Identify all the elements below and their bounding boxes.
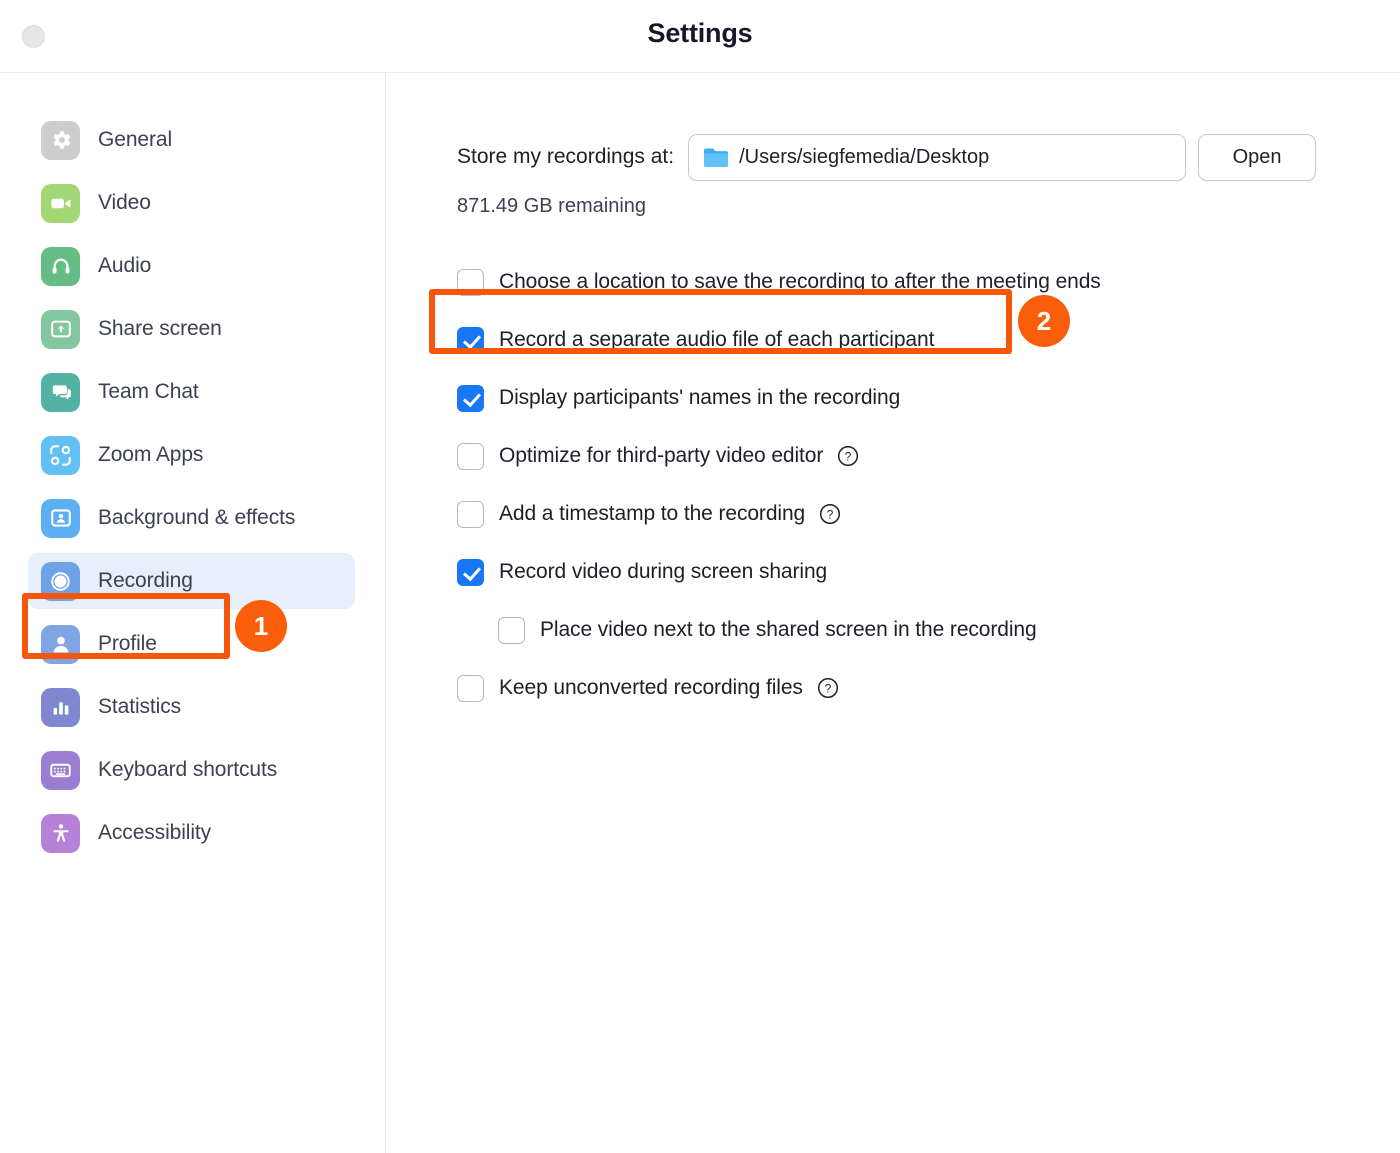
option-row-choose-a-location-to[interactable]: Choose a location to save the recording … — [457, 253, 1400, 311]
sidebar-item-statistics[interactable]: Statistics — [28, 679, 355, 735]
gear-icon — [41, 120, 80, 160]
sidebar-item-audio[interactable]: Audio — [28, 238, 355, 294]
help-question-icon[interactable]: ? — [819, 503, 841, 525]
sidebar-item-label: Team Chat — [98, 380, 199, 403]
sidebar-item-label: Recording — [98, 569, 193, 592]
sidebar-item-label: Background & effects — [98, 506, 296, 529]
checkbox-choose-a-location-to[interactable] — [457, 268, 484, 296]
option-label: Choose a location to save the recording … — [499, 270, 1101, 293]
sidebar-item-team-chat[interactable]: Team Chat — [28, 364, 355, 420]
option-label: Record video during screen sharing — [499, 560, 828, 583]
option-row-record-a-separate-audio[interactable]: Record a separate audio file of each par… — [457, 311, 1400, 369]
option-row-keep-unconverted-recording-files[interactable]: Keep unconverted recording files? — [457, 659, 1400, 717]
page-title: Settings — [647, 18, 753, 48]
headphones-icon — [41, 246, 80, 286]
open-folder-button[interactable]: Open — [1198, 133, 1317, 181]
checkbox-add-a-timestamp-to[interactable] — [457, 500, 484, 528]
help-question-icon[interactable]: ? — [817, 677, 839, 699]
sidebar-item-background-effects[interactable]: Background & effects — [28, 490, 355, 546]
option-label: Display participants' names in the recor… — [499, 386, 901, 409]
record-circle-icon — [41, 561, 80, 601]
sidebar-item-label: Share screen — [98, 317, 222, 340]
folder-icon — [703, 146, 729, 168]
accessibility-icon — [41, 813, 80, 853]
checkbox-record-a-separate-audio[interactable] — [457, 326, 484, 354]
checkbox-record-video-during-screen[interactable] — [457, 558, 484, 586]
storage-location-row: Store my recordings at: /Users/siegfemed… — [457, 133, 1400, 181]
help-question-icon[interactable]: ? — [837, 445, 859, 467]
sidebar-item-label: Zoom Apps — [98, 443, 204, 466]
option-row-record-video-during-screen[interactable]: Record video during screen sharing — [457, 543, 1400, 601]
sidebar-item-zoom-apps[interactable]: Zoom Apps — [28, 427, 355, 483]
option-row-add-a-timestamp-to[interactable]: Add a timestamp to the recording? — [457, 485, 1400, 543]
checkbox-place-video-next-to[interactable] — [498, 616, 525, 644]
bar-chart-icon — [41, 687, 80, 727]
option-row-place-video-next-to[interactable]: Place video next to the shared screen in… — [457, 601, 1400, 659]
svg-text:?: ? — [824, 681, 831, 695]
zoom-apps-icon — [41, 435, 80, 475]
recording-settings-panel: Store my recordings at: /Users/siegfemed… — [387, 73, 1400, 1153]
sidebar-item-video[interactable]: Video — [28, 175, 355, 231]
option-label: Record a separate audio file of each par… — [499, 328, 935, 351]
option-row-display-participants-names-in[interactable]: Display participants' names in the recor… — [457, 369, 1400, 427]
storage-remaining-label: 871.49 GB remaining — [457, 195, 647, 217]
option-row-optimize-for-third-party[interactable]: Optimize for third-party video editor? — [457, 427, 1400, 485]
chat-bubbles-icon — [41, 372, 80, 412]
sidebar-item-label: Statistics — [98, 695, 182, 718]
settings-window: Settings General Video Audio Share screen Te… — [0, 0, 1400, 1153]
sidebar-item-label: General — [98, 128, 173, 151]
checkbox-display-participants-names-in[interactable] — [457, 384, 484, 412]
store-recordings-label: Store my recordings at: — [457, 145, 675, 168]
person-frame-icon — [41, 498, 80, 538]
sidebar-item-keyboard-shortcuts[interactable]: Keyboard shortcuts — [28, 742, 355, 798]
sidebar-item-label: Profile — [98, 632, 157, 655]
recording-path-field[interactable]: /Users/siegfemedia/Desktop — [688, 133, 1187, 181]
sidebar-item-label: Keyboard shortcuts — [98, 758, 278, 781]
recording-options-list: Choose a location to save the recording … — [457, 253, 1400, 717]
checkbox-keep-unconverted-recording-files[interactable] — [457, 674, 484, 702]
title-bar: Settings — [0, 0, 1400, 73]
sidebar-item-recording[interactable]: Recording — [28, 553, 355, 609]
option-label: Optimize for third-party video editor — [499, 444, 824, 467]
video-camera-icon — [41, 183, 80, 223]
sidebar-item-label: Accessibility — [98, 821, 212, 844]
sidebar-item-general[interactable]: General — [28, 112, 355, 168]
sidebar-item-label: Audio — [98, 254, 152, 277]
svg-text:?: ? — [827, 507, 834, 521]
keyboard-icon — [41, 750, 80, 790]
checkbox-optimize-for-third-party[interactable] — [457, 442, 484, 470]
option-label: Add a timestamp to the recording — [499, 502, 806, 525]
option-label: Keep unconverted recording files — [499, 676, 803, 699]
sidebar-item-profile[interactable]: Profile — [28, 616, 355, 672]
recording-path-value: /Users/siegfemedia/Desktop — [739, 145, 990, 168]
option-label: Place video next to the shared screen in… — [540, 618, 1037, 641]
person-icon — [41, 624, 80, 664]
settings-sidebar: General Video Audio Share screen Team Chat Zo… — [0, 73, 386, 1153]
sidebar-item-label: Video — [98, 191, 151, 214]
svg-text:?: ? — [845, 449, 852, 463]
sidebar-item-accessibility[interactable]: Accessibility — [28, 805, 355, 861]
share-screen-icon — [41, 309, 80, 349]
sidebar-item-share-screen[interactable]: Share screen — [28, 301, 355, 357]
